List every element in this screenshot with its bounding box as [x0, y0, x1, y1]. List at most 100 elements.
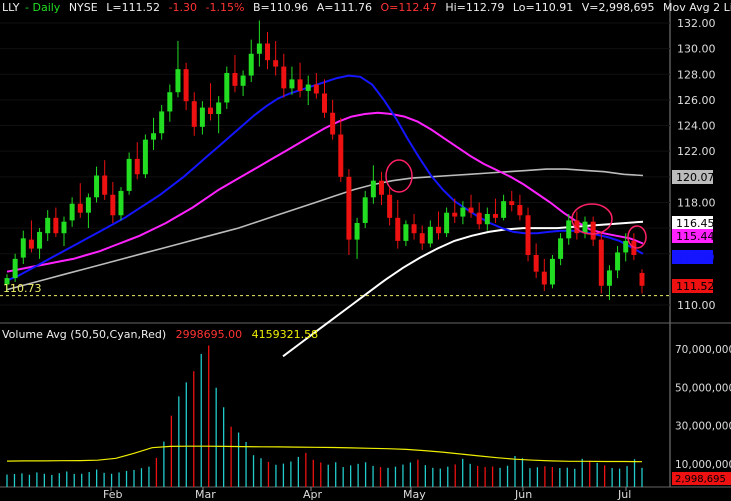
volume-tick-label: 50,000,000: [675, 382, 731, 394]
candle-body: [346, 176, 352, 240]
candle-body: [460, 207, 466, 217]
candle-body: [45, 217, 51, 234]
candle-body: [12, 258, 18, 279]
volume-header: Volume Avg (50,50,Cyan,Red) 2998695.00 4…: [2, 328, 324, 341]
candle-body: [199, 107, 205, 127]
price-tick-label: 130.00: [677, 43, 716, 56]
volume-average-line: [6, 445, 643, 463]
candle-body: [167, 92, 173, 112]
candle-body: [20, 238, 26, 258]
candle-body: [533, 255, 539, 272]
candle-body: [484, 213, 490, 225]
chart-header: LLY - Daily NYSE L=111.52 -1.30 -1.15% B…: [2, 1, 731, 14]
candle-body: [549, 258, 555, 285]
candle-body: [232, 72, 238, 86]
candle-body: [370, 180, 376, 198]
candle-body: [435, 226, 441, 234]
candle-body: [289, 79, 295, 89]
reference-price-label: 110.73: [3, 282, 42, 295]
candle-body: [240, 75, 246, 86]
candle-body: [509, 201, 515, 206]
price-tick-label: 126.00: [677, 94, 716, 107]
open-price: O=112.47: [380, 1, 437, 14]
volume-tick-label: 70,000,000: [675, 344, 731, 356]
volume-tick-label: 30,000,000: [675, 421, 731, 433]
stock-chart-window: 132.00 130.00 128.00 126.00 124.00 122.00 118.…: [0, 0, 731, 501]
candle-body: [77, 203, 83, 213]
last-price: L=111.52: [106, 1, 161, 14]
volume-axis: 70,000,000 50,000,000 30,000,000 10,000,000: [675, 344, 731, 471]
interval: - Daily: [25, 1, 61, 14]
month-label: May: [403, 488, 426, 501]
month-label: Jul: [617, 488, 631, 501]
candle-body: [273, 60, 279, 67]
candle-body: [452, 212, 458, 217]
moving-average-magenta-tag: 115.44: [676, 230, 715, 243]
candle-body: [53, 217, 59, 234]
candle-body: [305, 84, 311, 91]
month-label: Jun: [514, 488, 532, 501]
volume-indicator-label: Volume Avg (50,50,Cyan,Red): [2, 328, 167, 341]
month-label: Apr: [303, 488, 323, 501]
price-tick-label: 122.00: [677, 145, 716, 158]
candle-body: [110, 194, 116, 216]
candle-body: [403, 224, 409, 241]
candle-body: [419, 233, 425, 244]
price-tick-label: 118.00: [677, 196, 716, 209]
symbol: LLY: [2, 1, 20, 14]
candle-body: [598, 239, 604, 286]
volume-bars: [6, 345, 643, 487]
volume-value-1: 2998695.00: [175, 328, 243, 341]
candle-body: [330, 112, 336, 135]
exchange: NYSE: [68, 1, 98, 14]
price-change-pct: -1.15%: [205, 1, 245, 14]
candle-body: [142, 139, 148, 175]
candle-body: [322, 93, 327, 113]
candle-body: [151, 133, 157, 140]
candle-body: [623, 240, 629, 253]
candle-body: [558, 238, 564, 259]
ask-price: A=111.76: [316, 1, 372, 14]
candle-body: [265, 43, 271, 61]
month-axis: Feb Mar Apr May Jun Jul: [103, 487, 631, 501]
candle-body: [362, 197, 368, 223]
price-tick-label: 132.00: [677, 17, 716, 30]
candle-body: [183, 69, 189, 102]
candle-body: [102, 175, 108, 195]
candle-body: [85, 197, 91, 213]
price-tick-label: 110.00: [677, 299, 716, 312]
candle-body: [501, 201, 507, 218]
candle-body: [338, 134, 344, 177]
candle-body: [69, 203, 75, 221]
candle-body: [224, 72, 230, 103]
candle-body: [313, 84, 319, 94]
candle-body: [444, 212, 450, 234]
candle-body: [582, 221, 588, 234]
candle-body: [468, 207, 474, 213]
candle-body: [525, 215, 531, 256]
candle-body: [126, 158, 132, 191]
moving-average-blue-tag: 114.00: [676, 251, 715, 264]
candle-body: [517, 205, 523, 216]
volume-tick-label: 10,000,000: [675, 459, 731, 471]
candle-body: [208, 107, 214, 115]
candle-body: [639, 272, 645, 286]
price-tick-label: 128.00: [677, 68, 716, 81]
candle-body: [411, 224, 417, 234]
volume-value: V=2,998,695: [581, 1, 655, 14]
month-label: Mar: [195, 488, 216, 501]
candle-body: [387, 194, 393, 218]
candle-body: [216, 102, 222, 115]
candle-body: [134, 158, 140, 175]
candle-body: [566, 220, 572, 239]
candle-body: [427, 226, 433, 244]
chart-canvas[interactable]: 132.00 130.00 128.00 126.00 124.00 122.00 118.…: [0, 0, 731, 501]
candle-body: [28, 239, 34, 249]
moving-average-gray-tag: 120.07: [676, 171, 715, 184]
candle-body: [118, 190, 124, 216]
volume-value-2: 4159321.58: [251, 328, 319, 341]
candle-body: [248, 53, 254, 76]
candle-body: [159, 111, 165, 134]
candle-body: [492, 213, 498, 218]
price-change: -1.30: [168, 1, 198, 14]
